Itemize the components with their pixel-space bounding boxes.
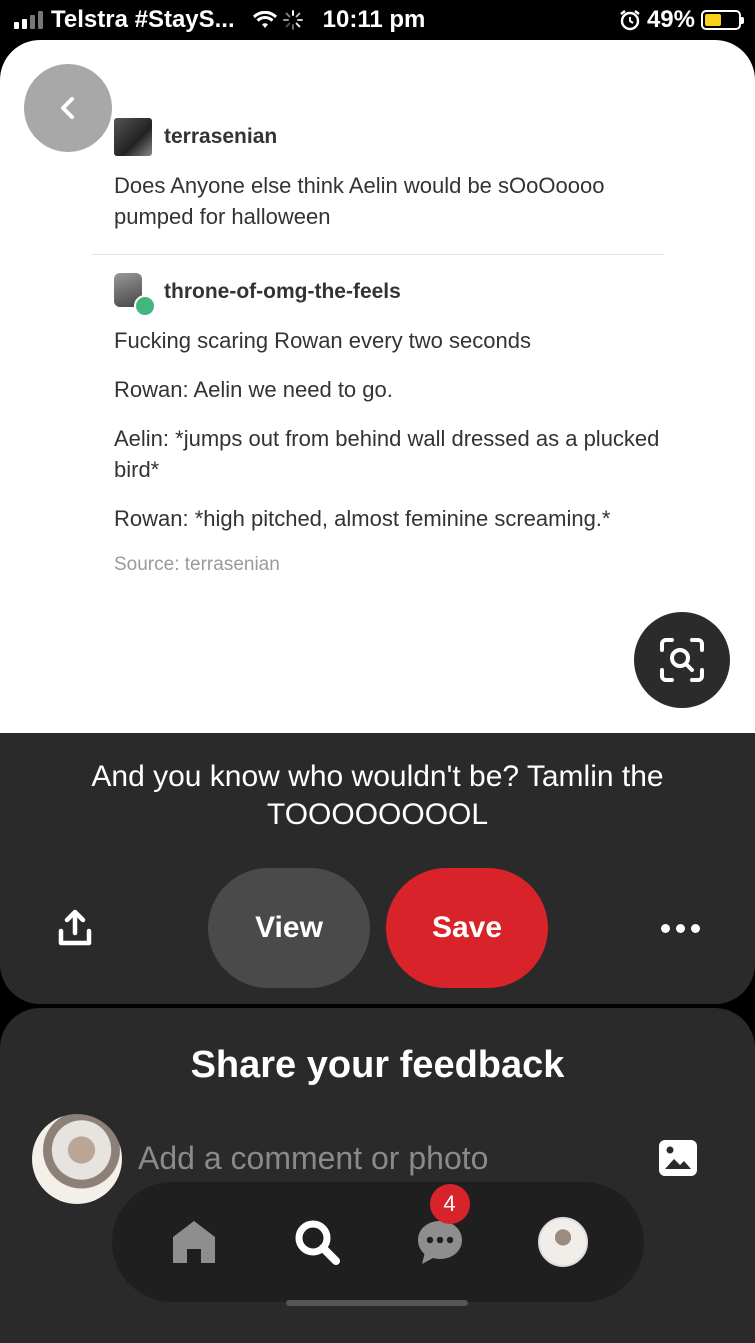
post-line: Fucking scaring Rowan every two seconds <box>114 328 531 353</box>
wifi-icon <box>252 11 277 28</box>
status-bar: Telstra #StayS... 10:11 pm 49% <box>0 0 755 40</box>
chat-icon <box>417 1221 462 1264</box>
post-source: Source: terrasenian <box>114 554 280 575</box>
pin-actions: View Save <box>0 868 755 988</box>
user-avatar <box>32 1114 122 1204</box>
view-button[interactable]: View <box>208 868 370 988</box>
reblog-username: throne-of-omg-the-feels <box>164 280 401 303</box>
reblog-icon <box>134 295 156 317</box>
clock: 10:11 pm <box>322 6 426 33</box>
share-button[interactable] <box>50 904 100 954</box>
lens-icon <box>660 638 704 682</box>
post-line: Aelin: *jumps out from behind wall dress… <box>114 426 660 482</box>
loading-spinner-icon <box>282 10 303 30</box>
pin-card: terrasenian Does Anyone else think Aelin… <box>0 40 755 1004</box>
reblog-avatar <box>114 273 156 317</box>
carrier-name: Telstra #StayS... <box>51 6 235 33</box>
nav-profile[interactable] <box>533 1212 593 1272</box>
more-options-button[interactable] <box>650 906 710 950</box>
tumblr-post: terrasenian Does Anyone else think Aelin… <box>92 118 674 576</box>
nav-search[interactable] <box>287 1212 347 1272</box>
nav-messages[interactable]: 4 <box>410 1184 470 1272</box>
battery-percent: 49% <box>646 6 695 33</box>
share-icon <box>58 909 92 946</box>
alarm-icon <box>620 10 640 31</box>
post-divider <box>92 254 664 255</box>
save-button[interactable]: Save <box>386 868 548 988</box>
pin-description: And you know who wouldn't be? Tamlin the… <box>91 760 664 831</box>
chevron-left-icon <box>61 97 74 119</box>
comment-input[interactable] <box>138 1136 628 1180</box>
visual-search-button[interactable] <box>634 612 730 708</box>
more-icon <box>660 923 670 933</box>
nav-home[interactable] <box>164 1212 224 1272</box>
post-username: terrasenian <box>164 125 278 148</box>
home-icon <box>172 1221 215 1263</box>
photo-icon <box>659 1140 697 1176</box>
post-line: Rowan: Aelin we need to go. <box>114 377 393 402</box>
profile-avatar <box>537 1217 588 1267</box>
bottom-nav: 4 <box>112 1182 644 1302</box>
home-indicator <box>286 1300 468 1306</box>
feedback-title: Share your feedback <box>190 1044 565 1086</box>
post-text: Does Anyone else think Aelin would be sO… <box>114 173 605 229</box>
back-button[interactable] <box>24 64 112 152</box>
post-avatar <box>114 118 152 156</box>
pin-image[interactable]: terrasenian Does Anyone else think Aelin… <box>0 40 755 733</box>
post-line: Rowan: *high pitched, almost feminine sc… <box>114 506 611 531</box>
search-icon <box>295 1220 340 1265</box>
signal-icon <box>14 11 43 29</box>
add-photo-button[interactable] <box>656 1136 700 1180</box>
notification-badge: 4 <box>429 1184 470 1224</box>
battery-icon <box>701 10 744 30</box>
